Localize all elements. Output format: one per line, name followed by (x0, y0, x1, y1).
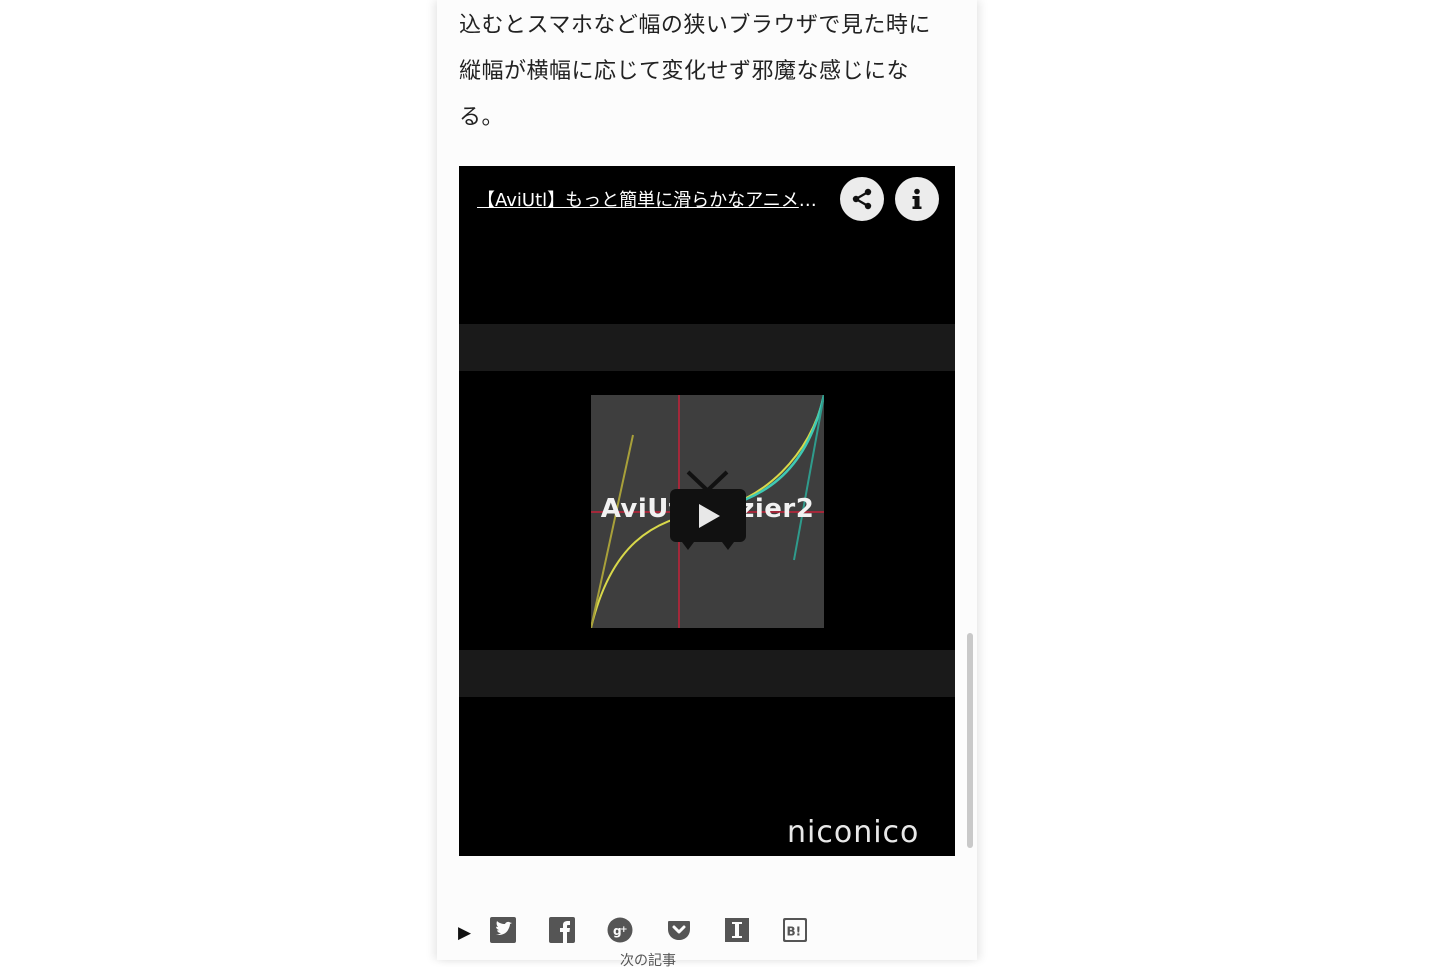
player-scrollbar[interactable] (967, 633, 973, 848)
facebook-share-button[interactable] (549, 917, 575, 943)
svg-text:B!: B! (787, 925, 802, 939)
twitter-icon (490, 917, 516, 943)
google-plus-icon: g + (607, 917, 633, 943)
hatena-bookmark-share-button[interactable]: B! (782, 917, 808, 943)
brand-label: niconico (787, 816, 919, 848)
pocket-icon (668, 921, 690, 940)
info-icon (912, 188, 922, 209)
article-paragraph: 込むとスマホなど幅の狭いブラウザで見た時に 縦幅が横幅に応じて変化せず邪魔な感じ… (459, 3, 959, 141)
letterbox-band-top (459, 324, 955, 371)
share-button[interactable] (840, 177, 884, 221)
share-toggle-icon[interactable]: ▶ (458, 923, 471, 943)
niconico-video-player[interactable]: 【AviUtl】もっと簡単に滑らかなアニメーション AviUtl Bezier2 (459, 166, 955, 856)
tv-play-icon (670, 470, 746, 550)
share-icon (852, 188, 872, 210)
twitter-share-button[interactable] (490, 917, 516, 943)
google-plus-share-button[interactable]: g + (607, 917, 633, 943)
hatena-bookmark-icon: B! (783, 918, 807, 942)
play-button[interactable] (669, 470, 747, 552)
paragraph-line: る。 (459, 105, 505, 130)
share-buttons-row: ▶ g + B! (456, 914, 816, 946)
paragraph-line: 縦幅が横幅に応じて変化せず邪魔な感じにな (459, 59, 910, 84)
video-title-link[interactable]: 【AviUtl】もっと簡単に滑らかなアニメーション (477, 186, 829, 212)
svg-text:+: + (620, 925, 628, 935)
pocket-share-button[interactable] (666, 917, 692, 943)
info-button[interactable] (895, 177, 939, 221)
instapaper-share-button[interactable] (724, 917, 750, 943)
letterbox-band-bottom (459, 650, 955, 697)
niconico-logo[interactable]: niconico (787, 815, 939, 850)
paragraph-line: 込むとスマホなど幅の狭いブラウザで見た時に (459, 13, 931, 38)
instapaper-icon (725, 918, 749, 942)
facebook-icon (549, 917, 575, 943)
next-article-label[interactable]: 次の記事 (620, 950, 676, 970)
